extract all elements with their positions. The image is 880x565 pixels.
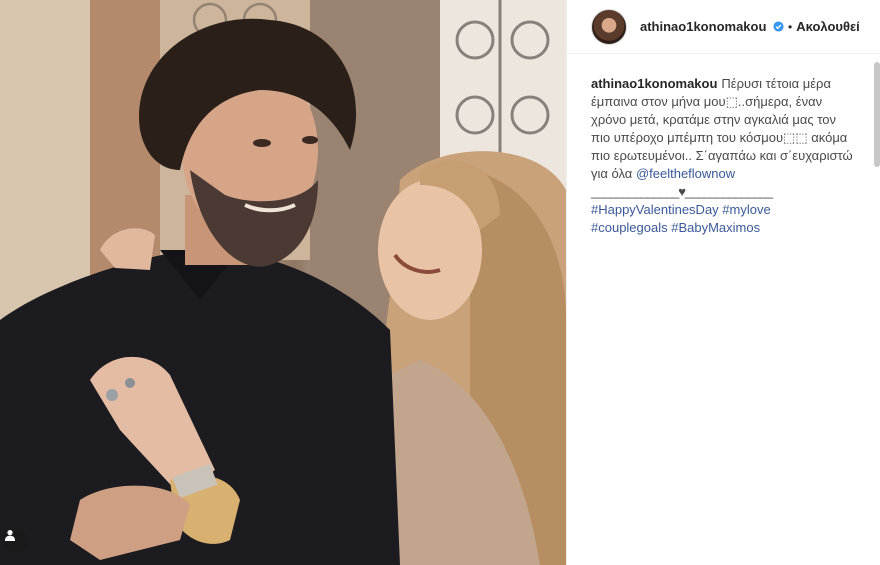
post-caption: athinao1konomakou Πέρυσι τέτοια μέρα έμπα…: [591, 75, 853, 237]
user-tag-icon[interactable]: [4, 529, 28, 553]
instagram-post: athinao1konomakou • Ακολουθεί athinao1ko…: [0, 0, 880, 565]
hashtags-line-2[interactable]: #couplegoals #BabyMaximos: [591, 220, 760, 235]
caption-divider: ______________♥______________: [591, 184, 773, 199]
post-header: athinao1konomakou • Ακολουθεί: [567, 0, 880, 54]
follow-button[interactable]: Ακολουθεί: [796, 19, 860, 34]
caption-scrollbar[interactable]: [874, 62, 880, 167]
verified-badge-icon: [773, 21, 784, 32]
avatar[interactable]: [591, 8, 627, 45]
username-text[interactable]: athinao1konomakou: [640, 19, 766, 34]
photo-illustration: [0, 0, 566, 565]
post-username[interactable]: athinao1konomakou: [640, 19, 784, 34]
hashtags-line-1[interactable]: #HappyValentinesDay #mylove: [591, 202, 771, 217]
post-side-panel: athinao1konomakou • Ακολουθεί athinao1ko…: [566, 0, 880, 565]
separator-dot: •: [788, 19, 793, 34]
user-silhouette-icon: [5, 530, 15, 541]
post-photo[interactable]: [0, 0, 566, 565]
caption-username[interactable]: athinao1konomakou: [591, 76, 717, 91]
mention-link[interactable]: @feeltheflownow: [636, 166, 735, 181]
